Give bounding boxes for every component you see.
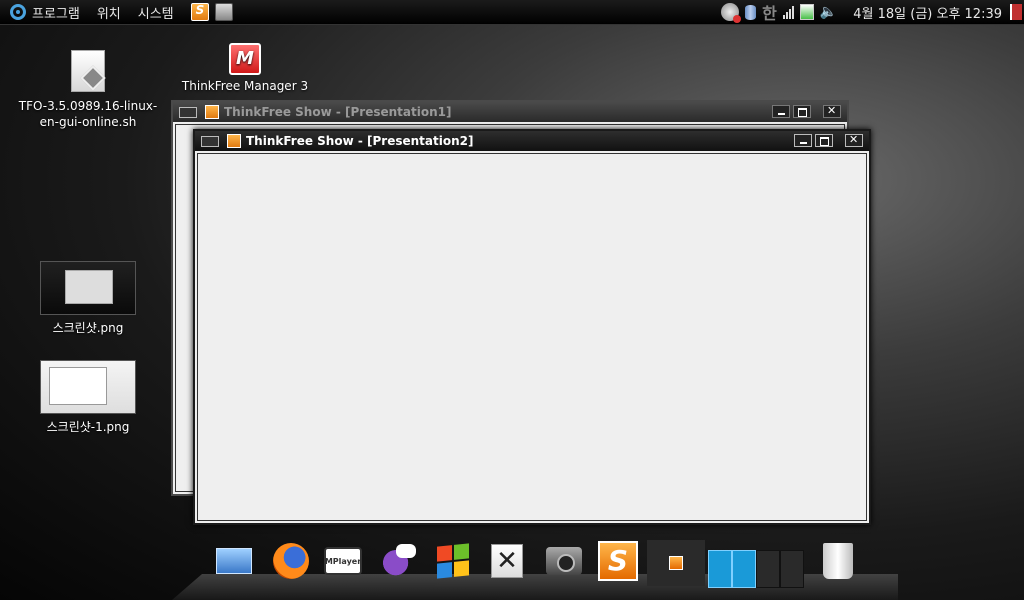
window-content[interactable] — [197, 153, 867, 521]
volume-icon[interactable]: 🔈 — [820, 4, 837, 20]
window-presentation2[interactable]: ThinkFree Show - [Presentation2] — [193, 129, 871, 525]
thinkfree-show-launcher-icon[interactable] — [190, 3, 209, 21]
update-notifier-icon[interactable] — [721, 3, 742, 23]
thinkfree-show-icon: S — [598, 541, 638, 581]
workspace-3[interactable] — [756, 550, 780, 588]
window-titlebar[interactable]: ThinkFree Show - [Presentation2] — [195, 131, 869, 151]
desktop-icon-screenshot[interactable]: 스크린샷.png — [30, 261, 146, 336]
dock-thinkfree-show[interactable]: S — [597, 541, 639, 581]
workspace-pager[interactable] — [708, 550, 804, 588]
minimize-button[interactable] — [772, 105, 790, 118]
dock-mail[interactable] — [213, 541, 255, 581]
thinkfree-show-small-icon — [669, 556, 683, 570]
battery-icon[interactable] — [799, 4, 814, 20]
thinkfree-show-icon — [227, 134, 241, 148]
script-file-icon — [71, 50, 105, 92]
database-icon[interactable] — [745, 4, 757, 20]
menu-system[interactable]: 시스템 — [138, 3, 174, 22]
dock-mplayer[interactable]: MPlayer — [322, 541, 364, 581]
dock-camera[interactable] — [543, 541, 585, 581]
menu-places[interactable]: 위치 — [97, 3, 121, 22]
close-button[interactable] — [823, 104, 841, 118]
dock-firefox[interactable] — [270, 541, 312, 581]
window-title: ThinkFree Show - [Presentation2] — [246, 134, 474, 148]
screenshot-thumbnail — [40, 360, 136, 414]
windows-icon — [437, 543, 469, 579]
window-menu-button[interactable] — [179, 106, 197, 118]
pidgin-icon — [382, 544, 416, 578]
menu-programs[interactable]: 프로그램 — [32, 3, 80, 22]
thinkfree-show-icon — [205, 105, 219, 119]
drive-launcher-icon[interactable] — [214, 3, 233, 21]
desktop-icon-screenshot-1[interactable]: 스크린샷-1.png — [30, 360, 146, 435]
clock[interactable]: 4월 18일 (금) 오후 12:39 — [853, 3, 1002, 22]
dock-windows[interactable] — [432, 541, 474, 581]
window-menu-button[interactable] — [201, 135, 219, 147]
workspace-2[interactable] — [732, 550, 756, 588]
firefox-icon — [273, 543, 309, 579]
system-tray: 한 🔈 4월 18일 (금) 오후 12:39 — [721, 0, 1024, 24]
maximize-button[interactable] — [793, 105, 811, 118]
maximize-button[interactable] — [815, 134, 833, 147]
mail-icon — [216, 548, 252, 574]
camera-icon — [546, 547, 582, 575]
mplayer-icon: MPlayer — [324, 547, 362, 575]
desktop-icon-label: 스크린샷-1.png — [46, 420, 130, 434]
workspace-4[interactable] — [780, 550, 804, 588]
dock-x-editor[interactable]: ✕ — [486, 541, 528, 581]
ime-indicator[interactable]: 한 — [762, 0, 777, 24]
x-editor-icon: ✕ — [491, 544, 523, 578]
distro-logo-icon[interactable] — [10, 4, 26, 20]
window-titlebar[interactable]: ThinkFree Show - [Presentation1] — [173, 102, 847, 122]
dock-pidgin[interactable] — [378, 541, 420, 581]
desktop-icon-label: 스크린샷.png — [52, 321, 124, 335]
dock-minimized-window[interactable] — [647, 540, 705, 586]
thinkfree-manager-icon: M — [229, 43, 261, 75]
dock-trash[interactable] — [817, 541, 859, 581]
minimize-button[interactable] — [794, 134, 812, 147]
desktop-icon-label: ThinkFree Manager 3 — [181, 79, 309, 93]
screenshot-thumbnail — [40, 261, 136, 315]
desktop-icon-label: TFO-3.5.0989.16-linux-en-gui-online.sh — [18, 99, 158, 129]
close-button[interactable] — [845, 133, 863, 147]
workspace-1[interactable] — [708, 550, 732, 588]
top-panel: 프로그램 위치 시스템 한 🔈 4월 18일 (금) 오후 12:39 — [0, 0, 1024, 25]
window-title: ThinkFree Show - [Presentation1] — [224, 105, 452, 119]
trash-icon — [823, 543, 853, 579]
desktop-icon-thinkfree-manager[interactable]: M ThinkFree Manager 3 — [178, 43, 312, 93]
network-signal-icon[interactable] — [782, 5, 794, 19]
logout-icon[interactable] — [1010, 4, 1022, 20]
desktop-icon-installer[interactable]: TFO-3.5.0989.16-linux-en-gui-online.sh — [18, 50, 158, 130]
